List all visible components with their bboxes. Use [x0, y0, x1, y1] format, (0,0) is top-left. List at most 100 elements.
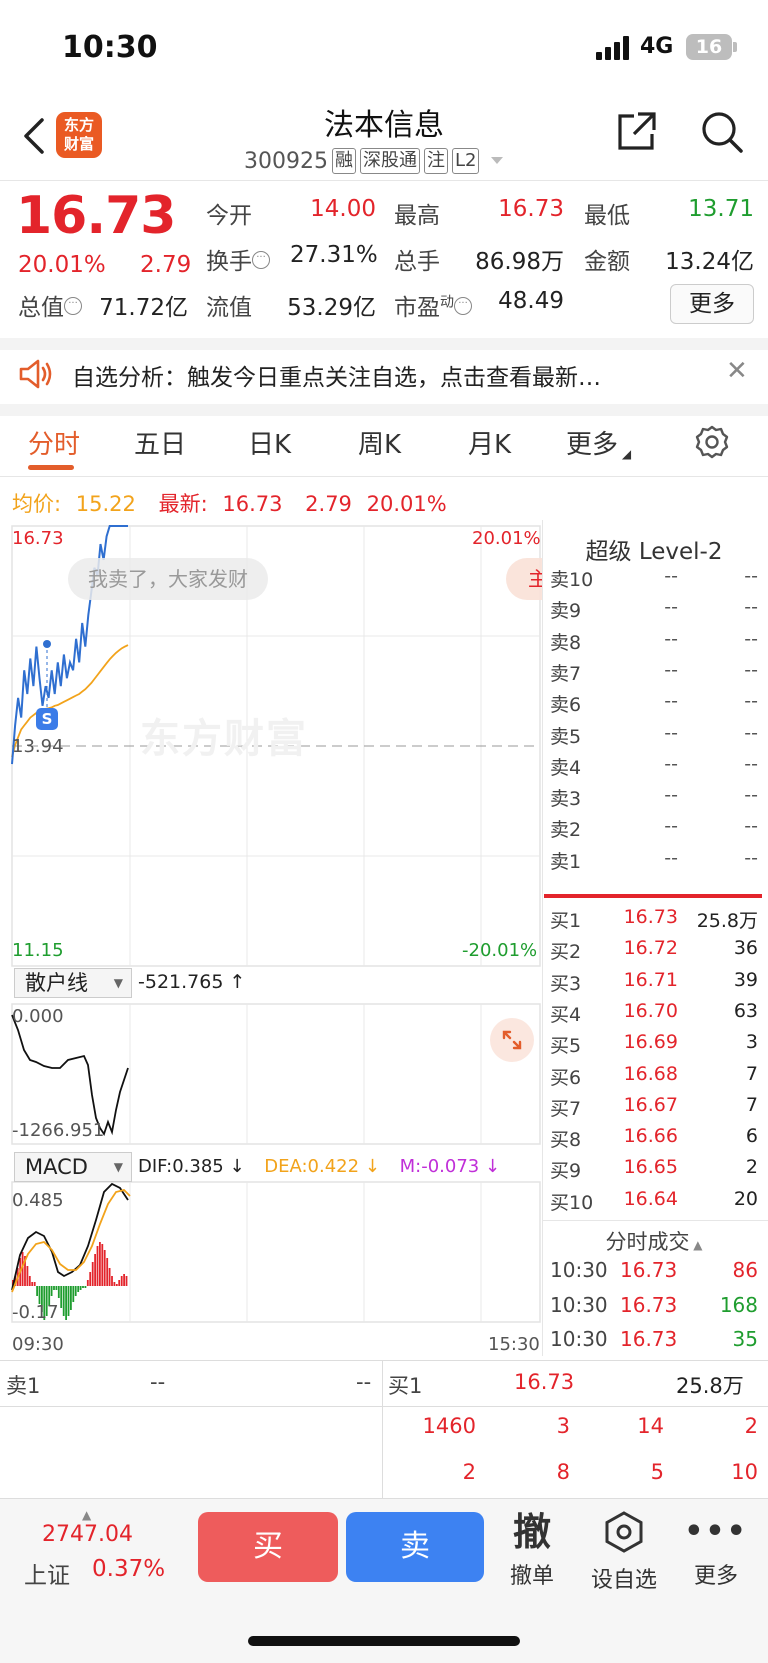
expand-icon[interactable]	[490, 1018, 534, 1062]
share-icon[interactable]	[614, 110, 658, 154]
ask-row[interactable]: 卖9 -- --	[550, 596, 758, 626]
ask-row[interactable]: 卖3 -- --	[550, 784, 758, 814]
index-percent[interactable]: 0.37%	[92, 1556, 165, 1582]
bid-row[interactable]: 买2 16.72 36	[550, 937, 758, 967]
macd-pane	[11, 1181, 541, 1323]
bid-row[interactable]: 买7 16.67 7	[550, 1094, 758, 1124]
buy1-label: 买1	[388, 1374, 423, 1398]
macd-bar	[31, 1282, 34, 1286]
queue-volume: 2	[462, 1460, 476, 1484]
ask-row[interactable]: 卖2 -- --	[550, 815, 758, 845]
signal-icon	[596, 36, 632, 60]
retail-axis-bottom: -1266.951	[12, 1120, 105, 1141]
bid-label: 买4	[550, 1003, 582, 1026]
macd-bar	[103, 1250, 106, 1286]
volume-label: 总手	[394, 249, 440, 275]
level2-title[interactable]: 超级 Level-2	[540, 532, 768, 566]
bid-row[interactable]: 买9 16.65 2	[550, 1156, 758, 1186]
ask-row[interactable]: 卖8 -- --	[550, 628, 758, 658]
close-icon[interactable]: ✕	[726, 356, 748, 386]
tick-trades-title[interactable]: 分时成交 ▲	[540, 1226, 768, 1256]
divider	[0, 1360, 768, 1361]
latest-change: 2.79	[305, 492, 352, 516]
ask-row[interactable]: 卖6 -- --	[550, 690, 758, 720]
ask-label: 卖9	[550, 600, 582, 623]
hexagon-icon	[605, 1511, 643, 1553]
tab-more[interactable]: 更多 ◢	[566, 424, 631, 461]
ask-volume: --	[744, 784, 758, 807]
bid-label: 买8	[550, 1129, 582, 1152]
ask-row[interactable]: 卖1 -- --	[550, 847, 758, 877]
ask-price: --	[664, 596, 678, 619]
network-label: 4G	[640, 34, 674, 59]
bid-price: 16.66	[623, 1125, 678, 1148]
status-bar: 10:30 4G 16	[0, 0, 768, 96]
comment-bubble-2[interactable]: 主	[506, 558, 542, 600]
bid-row[interactable]: 买3 16.71 39	[550, 969, 758, 999]
macd-bar	[91, 1262, 94, 1286]
tag-margin: 融	[331, 148, 356, 174]
bid-volume: 63	[733, 999, 758, 1022]
bid-row[interactable]: 买8 16.66 6	[550, 1125, 758, 1155]
buy-button[interactable]: 买	[198, 1512, 338, 1582]
queue-volume: 5	[650, 1460, 664, 1484]
ask-volume: --	[744, 658, 758, 681]
macd-bar	[79, 1286, 82, 1290]
turnover-value: 27.31%	[290, 242, 378, 268]
sell-badge[interactable]: S	[36, 708, 58, 730]
macd-bar	[94, 1254, 96, 1286]
ask-row[interactable]: 卖4 -- --	[550, 753, 758, 783]
sell1-label: 卖1	[6, 1374, 41, 1398]
ask-price: --	[664, 815, 678, 838]
gear-icon[interactable]	[694, 424, 730, 460]
macd-bar	[99, 1242, 101, 1286]
mktcap-value: 71.72亿	[99, 295, 188, 321]
ask-row[interactable]: 卖7 -- --	[550, 659, 758, 689]
home-indicator[interactable]	[248, 1636, 520, 1646]
sell-button[interactable]: 卖	[346, 1512, 484, 1582]
bid-row[interactable]: 买6 16.68 7	[550, 1063, 758, 1093]
ask-row[interactable]: 卖10 -- --	[550, 565, 758, 595]
cancel-order-button[interactable]: 撤 撤单	[492, 1510, 572, 1590]
turnover-label: 换手 ···	[206, 242, 270, 276]
ask-price: --	[664, 627, 678, 650]
notice-text[interactable]: 自选分析：触发今日重点关注自选，点击查看最新…	[72, 358, 682, 392]
ask-label: 卖2	[550, 819, 582, 842]
tab-monthly-k[interactable]: 月K	[468, 424, 511, 461]
index-name[interactable]: 上证	[24, 1556, 70, 1590]
search-icon[interactable]	[700, 110, 744, 154]
comment-bubble[interactable]: 我卖了，大家发财	[68, 558, 268, 600]
tab-5day[interactable]: 五日	[134, 424, 186, 461]
bid-row[interactable]: 买5 16.69 3	[550, 1031, 758, 1061]
more-button[interactable]: ••• 更多	[676, 1510, 756, 1590]
tab-daily-k[interactable]: 日K	[248, 424, 291, 461]
tab-weekly-k[interactable]: 周K	[358, 424, 401, 461]
index-value[interactable]: 2747.04	[42, 1522, 133, 1547]
ask-volume: --	[744, 815, 758, 838]
bid-label: 买10	[550, 1191, 594, 1214]
add-watchlist-button[interactable]: 设自选	[584, 1510, 664, 1594]
divider	[0, 180, 768, 181]
orderbook-divider	[544, 894, 762, 898]
bid-row[interactable]: 买1 16.73 25.8万	[550, 906, 758, 936]
low-label: 最低	[584, 203, 630, 229]
stock-code: 300925	[244, 148, 328, 174]
tab-intraday[interactable]: 分时	[28, 424, 80, 461]
intraday-chart[interactable]	[0, 520, 542, 1360]
retail-indicator-select[interactable]: 散户线 ▼	[14, 968, 132, 998]
pct-axis-bottom: -20.01%	[462, 940, 538, 961]
tick-time: 10:30	[550, 1258, 608, 1282]
queue-volume: 10	[731, 1460, 758, 1484]
macd-bar	[33, 1282, 36, 1286]
macd-indicator-select[interactable]: MACD ▼	[14, 1152, 132, 1182]
ask-row[interactable]: 卖5 -- --	[550, 722, 758, 752]
more-quote-button[interactable]: 更多	[670, 284, 754, 324]
ask-volume: --	[744, 752, 758, 775]
stock-code-row[interactable]: 300925 融 深股通 注 L2	[244, 146, 505, 176]
bid-row[interactable]: 买10 16.64 20	[550, 1188, 758, 1218]
bid-row[interactable]: 买4 16.70 63	[550, 1000, 758, 1030]
caret-up-icon: ▲	[82, 1508, 92, 1522]
queue-volume: 14	[637, 1414, 664, 1438]
bid-label: 买9	[550, 1160, 582, 1183]
watermark: 东方财富	[140, 716, 308, 762]
